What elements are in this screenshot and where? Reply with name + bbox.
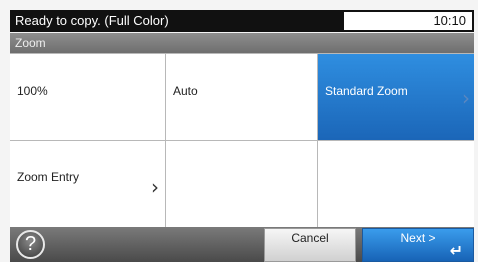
- chevron-right-icon: ›: [462, 86, 470, 110]
- zoom-auto-label: Auto: [173, 84, 198, 98]
- next-button[interactable]: Next > ↵: [362, 228, 474, 262]
- zoom-100-label: 100%: [17, 84, 48, 98]
- clock-box: 10:10: [344, 12, 472, 30]
- page-title: Zoom: [15, 36, 46, 50]
- empty-cell: [318, 141, 474, 228]
- status-message: Ready to copy. (Full Color): [15, 13, 169, 28]
- zoom-auto-button[interactable]: Auto: [166, 54, 318, 141]
- copy-zoom-screen: Ready to copy. (Full Color) 10:10 Zoom 1…: [0, 0, 478, 262]
- bottom-action-bar: ? Cancel Next > ↵: [10, 227, 474, 262]
- zoom-options-grid: 100% Auto Standard Zoom › Zoom Entry ›: [10, 53, 474, 228]
- help-icon[interactable]: ?: [16, 230, 45, 259]
- standard-zoom-button[interactable]: Standard Zoom ›: [318, 54, 474, 141]
- cancel-label: Cancel: [291, 231, 329, 245]
- status-bar: Ready to copy. (Full Color) 10:10: [10, 10, 474, 32]
- enter-icon: ↵: [449, 241, 463, 260]
- chevron-right-icon: ›: [151, 175, 159, 199]
- cancel-button[interactable]: Cancel: [264, 228, 356, 262]
- zoom-100-button[interactable]: 100%: [10, 54, 166, 141]
- zoom-entry-label: Zoom Entry: [17, 170, 80, 184]
- clock-time: 10:10: [433, 13, 466, 28]
- standard-zoom-label: Standard Zoom: [325, 84, 408, 98]
- empty-cell: [166, 141, 318, 228]
- zoom-entry-button[interactable]: Zoom Entry ›: [10, 141, 166, 228]
- title-bar: Zoom: [10, 33, 474, 53]
